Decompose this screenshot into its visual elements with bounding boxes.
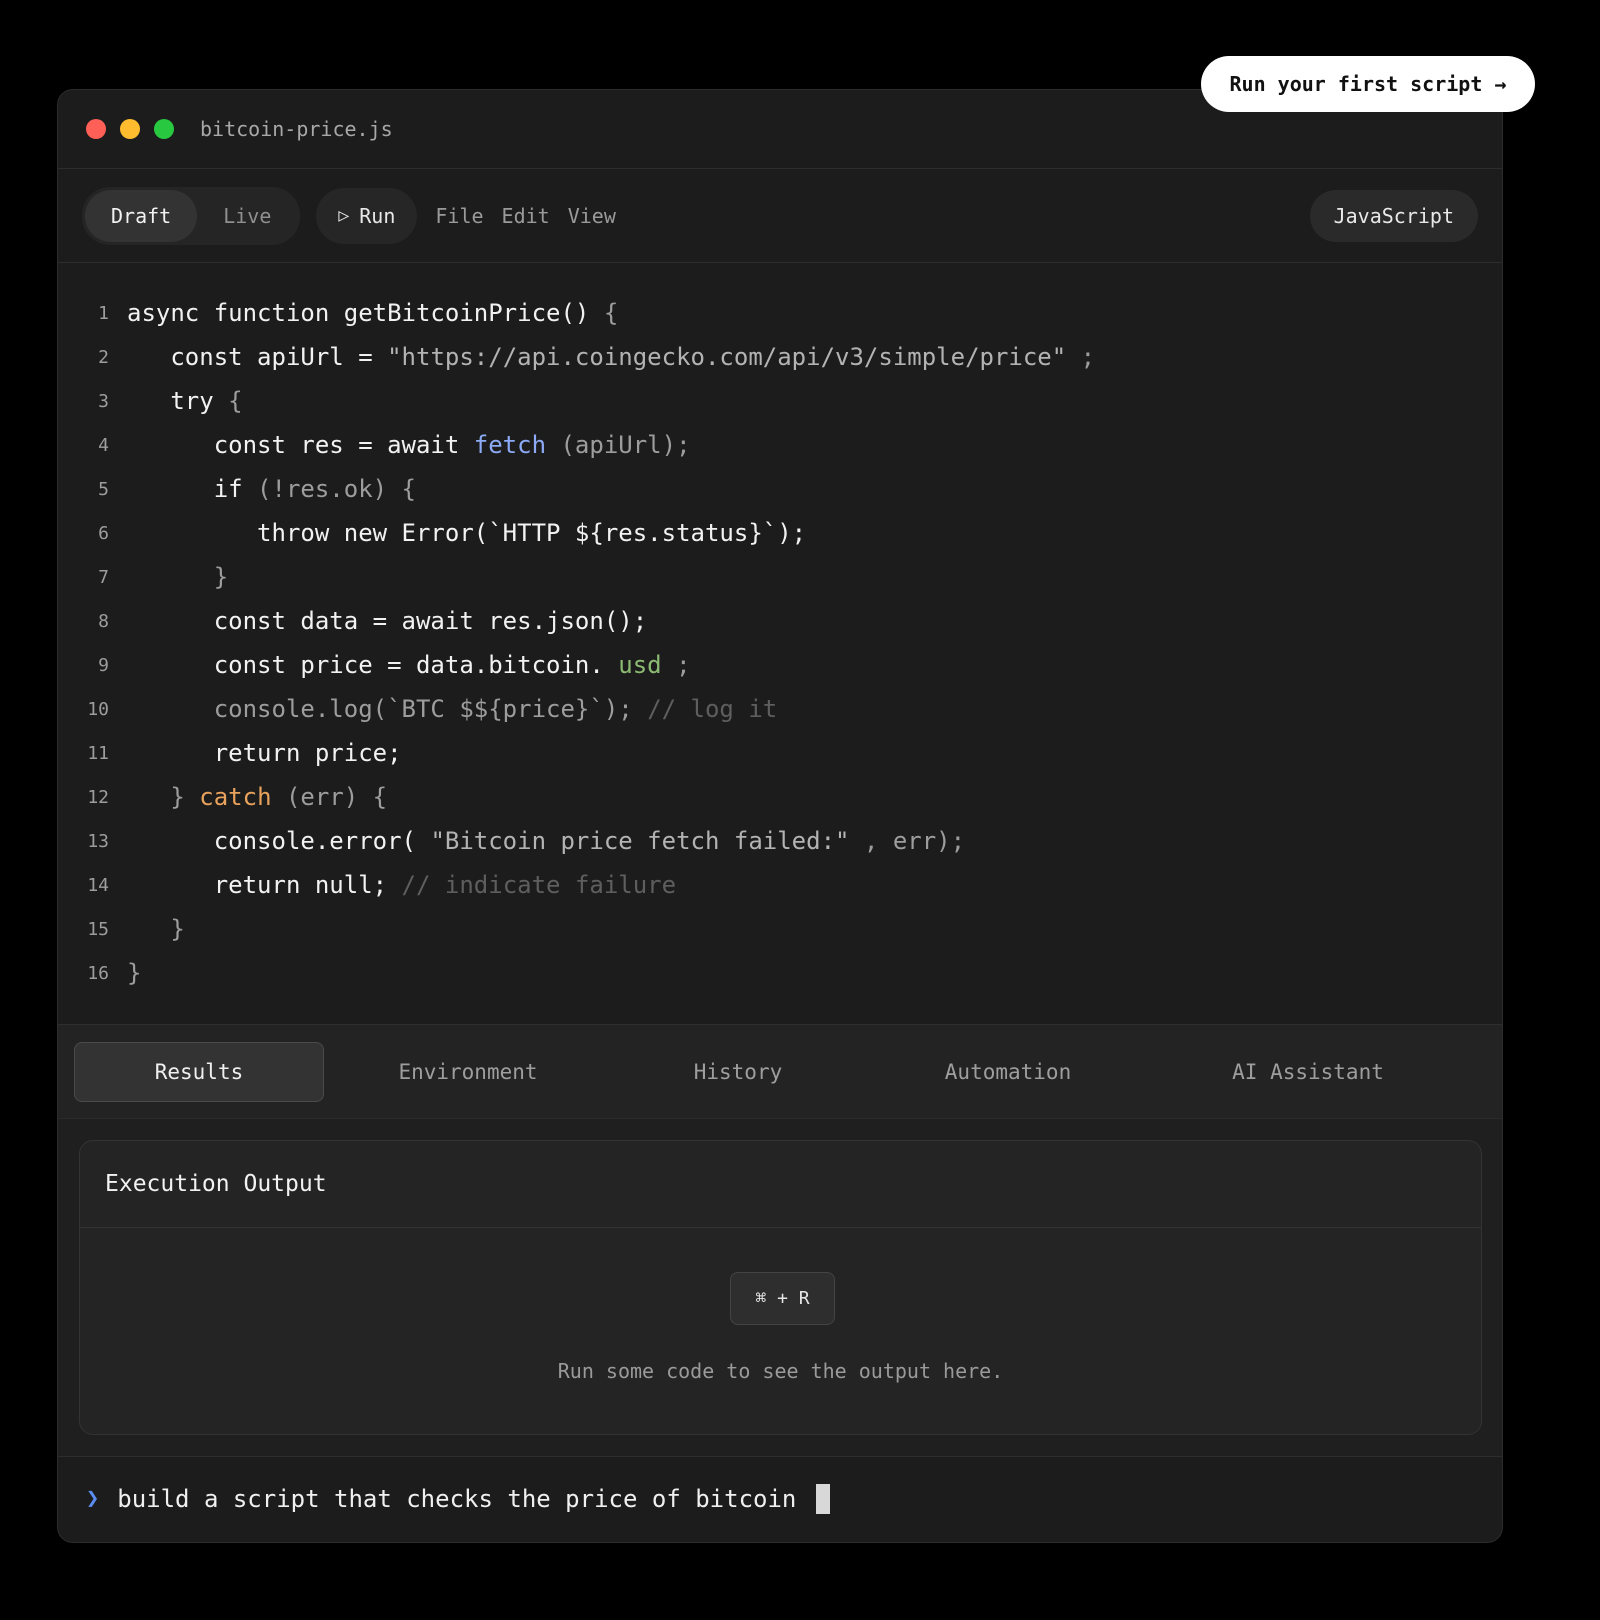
code-editor[interactable]: 1 async function getBitcoinPrice() { 2 co… — [58, 263, 1502, 1025]
line-number: 15 — [87, 918, 109, 940]
line-number: 3 — [98, 390, 109, 412]
code-line: 13 console.error( "Bitcoin price fetch f… — [58, 819, 1502, 863]
run-first-script-button[interactable]: Run your first script → — [1201, 56, 1535, 112]
tab-ai-assistant[interactable]: AI Assistant — [1218, 1042, 1398, 1102]
menu-edit[interactable]: Edit — [502, 204, 550, 228]
line-number: 1 — [98, 302, 109, 324]
execution-output-card: Execution Output ⌘ + R Run some code to … — [79, 1140, 1482, 1435]
code-text: const data = await res.json(); — [127, 607, 648, 635]
menu-file[interactable]: File — [435, 204, 483, 228]
draft-mode-button[interactable]: Draft — [85, 189, 198, 242]
line-number: 5 — [98, 478, 109, 500]
toolbar: Draft Live ▷ Run File Edit View JavaScri… — [58, 169, 1502, 263]
code-text: console.error( "Bitcoin price fetch fail… — [127, 827, 966, 855]
line-number: 2 — [98, 346, 109, 368]
code-line: 2 const apiUrl = "https://api.coingecko.… — [58, 335, 1502, 379]
code-text: } — [170, 915, 185, 943]
line-number: 9 — [98, 654, 109, 676]
line-number: 14 — [87, 874, 109, 896]
tab-automation[interactable]: Automation — [918, 1042, 1098, 1102]
tab-history[interactable]: History — [668, 1042, 808, 1102]
code-text: return null; // indicate failure — [127, 871, 677, 899]
line-number: 7 — [98, 566, 109, 588]
execution-output-title: Execution Output — [80, 1141, 1481, 1228]
run-button-label: Run — [359, 203, 396, 228]
tab-environment[interactable]: Environment — [378, 1042, 558, 1102]
code-line: 3 try { — [58, 379, 1502, 423]
code-line: 1 async function getBitcoinPrice() { — [58, 291, 1502, 335]
prompt-text: build a script that checks the price of … — [117, 1484, 797, 1513]
code-text: console.log(`BTC $${price}`); // log it — [127, 695, 778, 723]
code-line: 12 } catch (err) { — [58, 775, 1502, 819]
mode-toggle: Draft Live — [82, 186, 301, 245]
play-icon: ▷ — [338, 205, 350, 226]
run-button[interactable]: ▷ Run — [316, 187, 418, 244]
panel-tabs: Results Environment History Automation A… — [58, 1025, 1502, 1119]
menu-view[interactable]: View — [568, 204, 616, 228]
code-line: 16} — [58, 951, 1502, 995]
code-text: } — [213, 563, 229, 591]
line-number: 6 — [98, 522, 109, 544]
line-number: 16 — [87, 962, 109, 984]
file-name: bitcoin-price.js — [200, 117, 393, 141]
close-window-button[interactable] — [86, 119, 106, 139]
language-selector[interactable]: JavaScript — [1309, 190, 1478, 242]
code-line: 6 throw new Error(`HTTP ${res.status}`); — [58, 511, 1502, 555]
code-text: const res = await fetch (apiUrl); — [127, 431, 691, 459]
line-number: 13 — [87, 830, 109, 852]
text-cursor — [816, 1483, 831, 1514]
results-panel: Execution Output ⌘ + R Run some code to … — [58, 1119, 1502, 1457]
line-number: 12 — [87, 786, 109, 808]
tab-results[interactable]: Results — [74, 1042, 324, 1102]
empty-output-message: Run some code to see the output here. — [557, 1359, 1004, 1383]
code-text: } — [127, 959, 142, 987]
code-text: const apiUrl = "https://api.coingecko.co… — [127, 343, 1096, 371]
code-text: if (!res.ok) { — [127, 475, 416, 503]
editor-window: bitcoin-price.js Draft Live ▷ Run File E… — [57, 89, 1503, 1543]
code-text: async function getBitcoinPrice() { — [127, 299, 619, 327]
code-text: return price; — [127, 739, 402, 767]
code-text: throw new Error(`HTTP ${res.status}`); — [127, 519, 807, 547]
code-line: 14 return null; // indicate failure — [58, 863, 1502, 907]
line-number: 10 — [87, 698, 109, 720]
code-text: const price = data.bitcoin. usd ; — [127, 651, 691, 679]
line-number: 8 — [98, 610, 109, 632]
code-line: 9 const price = data.bitcoin. usd ; — [58, 643, 1502, 687]
chevron-right-icon: ❯ — [86, 1486, 100, 1511]
code-text: } catch (err) { — [170, 783, 388, 811]
run-shortcut-hint: ⌘ + R — [730, 1272, 835, 1325]
code-line: 8 const data = await res.json(); — [58, 599, 1502, 643]
minimize-window-button[interactable] — [120, 119, 140, 139]
code-line: 7 } — [58, 555, 1502, 599]
live-mode-button[interactable]: Live — [197, 190, 297, 242]
line-number: 4 — [98, 434, 109, 456]
code-line: 11 return price; — [58, 731, 1502, 775]
code-line: 5 if (!res.ok) { — [58, 467, 1502, 511]
code-line: 10 console.log(`BTC $${price}`); // log … — [58, 687, 1502, 731]
code-line: 4 const res = await fetch (apiUrl); — [58, 423, 1502, 467]
zoom-window-button[interactable] — [154, 119, 174, 139]
code-line: 15 } — [58, 907, 1502, 951]
line-number: 11 — [87, 742, 109, 764]
prompt-input[interactable]: ❯ build a script that checks the price o… — [58, 1457, 1502, 1540]
code-text: try { — [127, 387, 243, 415]
